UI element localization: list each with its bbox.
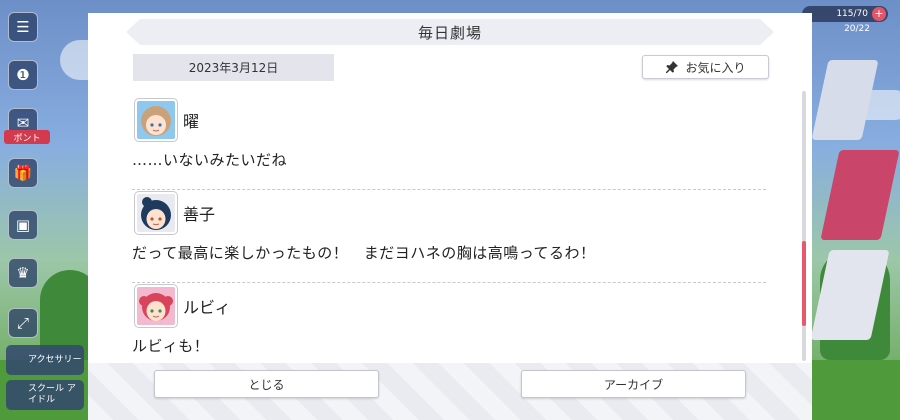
avatar-yoshiko	[135, 192, 177, 234]
dialogue-line: ルビィも！	[132, 337, 210, 355]
pin-icon	[666, 61, 679, 73]
speaker-name: 善子	[183, 205, 216, 224]
expand-icon[interactable]: ⤢	[8, 308, 38, 338]
speaker-name: 曜	[183, 112, 200, 131]
list-item: 曜 ……いないみたいだね	[132, 97, 766, 190]
dialogue-line: だって最高に楽しかったもの！ まだヨハネの胸は高鳴ってるわ！	[132, 244, 596, 262]
close-button[interactable]: とじる	[154, 370, 379, 398]
add-currency-icon[interactable]: +	[872, 7, 886, 21]
dialog-title: 毎日劇場	[417, 23, 482, 42]
archive-button[interactable]: アーカイブ	[521, 370, 746, 398]
scrollbar[interactable]	[802, 91, 806, 361]
avatar-you	[135, 99, 177, 141]
accessory-button[interactable]: アクセサリー	[6, 345, 84, 375]
right-side-menu: 115/70 + 20/22	[800, 0, 900, 420]
favorite-label: お気に入り	[685, 60, 746, 75]
currency-value: 115/70	[836, 9, 868, 19]
point-tag: ポント	[4, 130, 50, 144]
notice-icon[interactable]: ❶	[8, 60, 38, 90]
stamina-value: 20/22	[844, 24, 870, 34]
dialogue-line: ……いないみたいだね	[132, 151, 288, 169]
date-label: 2023年3月12日	[133, 54, 334, 81]
conversation-list: 曜 ……いないみたいだね 善子 だって最高に楽しかったもの！ まだヨハネの胸は高…	[132, 97, 766, 376]
list-item: 善子 だって最高に楽しかったもの！ まだヨハネの胸は高鳴ってるわ！	[132, 190, 766, 283]
monitor-icon[interactable]: ▣	[8, 210, 38, 240]
currency-counter[interactable]: 115/70 +	[802, 6, 888, 22]
avatar-ruby	[135, 285, 177, 327]
left-side-menu: ☰ ❶ ✉ ポント 🎁 ▣ ♛ ⤢ アクセサリー スクール アイドル	[0, 0, 84, 420]
favorite-button[interactable]: お気に入り	[642, 55, 769, 79]
trophy-icon[interactable]: ♛	[8, 258, 38, 288]
present-icon[interactable]: 🎁	[8, 158, 38, 188]
hamburger-menu-icon[interactable]: ☰	[8, 12, 38, 42]
speaker-name: ルビィ	[183, 298, 231, 317]
scrollbar-thumb[interactable]	[802, 241, 806, 326]
dialog-header: 毎日劇場	[126, 19, 774, 45]
school-idol-button[interactable]: スクール アイドル	[6, 380, 84, 410]
daily-theater-dialog: 毎日劇場 2023年3月12日 お気に入り 曜 ……いないみたいだね 善子 だっ…	[88, 13, 812, 420]
